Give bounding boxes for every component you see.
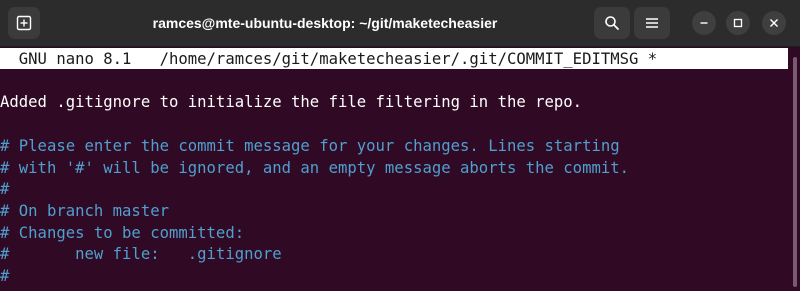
terminal-content[interactable]: GNU nano 8.1 /home/ramces/git/maketechea… [0, 47, 788, 291]
minimize-icon [700, 22, 708, 24]
comment-line[interactable]: # [0, 178, 9, 200]
commit-message-line[interactable]: Added .gitignore to initialize the file … [0, 91, 582, 113]
terminal-window: ramces@mte-ubuntu-desktop: ~/git/maketec… [0, 0, 800, 291]
search-icon [605, 16, 619, 30]
minimize-button[interactable] [692, 11, 716, 35]
comment-line[interactable]: # On branch master [0, 200, 169, 222]
window-title: ramces@mte-ubuntu-desktop: ~/git/maketec… [152, 15, 498, 31]
maximize-button[interactable] [726, 11, 750, 35]
comment-line[interactable]: # new file: .gitignore [0, 243, 282, 265]
scrollbar-thumb[interactable] [793, 57, 797, 287]
search-button[interactable] [594, 7, 630, 39]
nano-header-bar: GNU nano 8.1 /home/ramces/git/maketechea… [0, 48, 788, 69]
comment-line[interactable]: # [0, 265, 9, 287]
comment-line[interactable]: # Please enter the commit message for yo… [0, 135, 620, 157]
close-icon [770, 19, 778, 27]
menu-button[interactable] [634, 7, 670, 39]
hamburger-menu-icon [646, 18, 658, 28]
scrollbar[interactable] [788, 47, 800, 291]
comment-line[interactable]: # Changes to be committed: [0, 222, 244, 244]
close-button[interactable] [762, 11, 786, 35]
maximize-icon [733, 18, 743, 28]
title-bar: ramces@mte-ubuntu-desktop: ~/git/maketec… [0, 0, 800, 47]
comment-line[interactable]: # with '#' will be ignored, and an empty… [0, 157, 629, 179]
